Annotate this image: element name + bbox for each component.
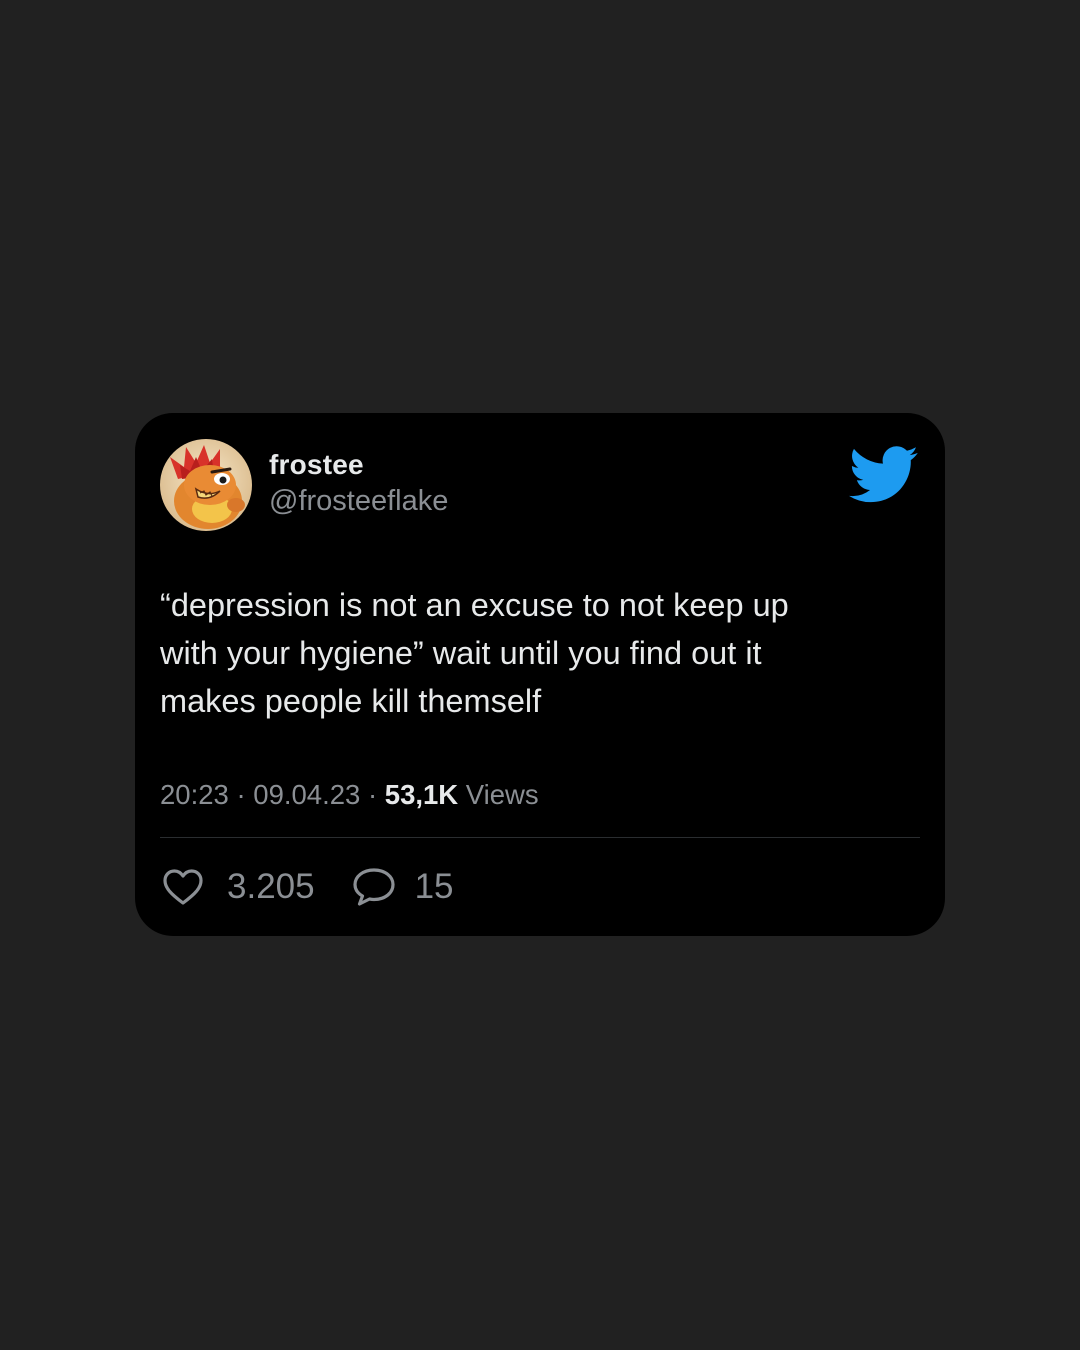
author-handle[interactable]: @frosteeflake [269,485,448,518]
like-button[interactable]: 3.205 [161,867,315,907]
replies-count: 15 [414,867,454,906]
meta-separator: · [228,779,254,810]
heart-icon [161,867,205,907]
meta-separator: · [360,779,385,810]
divider [160,837,920,838]
tweet-actions: 3.205 15 [161,865,454,909]
author-display-name[interactable]: frostee [269,449,364,481]
likes-count: 3.205 [227,867,315,906]
twitter-bird-icon[interactable] [849,445,919,505]
avatar[interactable] [160,439,252,531]
views-label: Views [458,779,539,810]
fire-chick-avatar-icon [160,439,252,531]
views-count[interactable]: 53,1K [385,779,458,810]
tweet-meta: 20:23 · 09.04.23 · 53,1K Views [160,779,539,811]
reply-button[interactable]: 15 [351,866,454,908]
tweet-text: “depression is not an excuse to not keep… [160,587,789,719]
tweet-card[interactable]: frostee @frosteeflake “depression is not… [135,413,945,936]
speech-bubble-icon [351,866,397,908]
tweet-time[interactable]: 20:23 [160,779,229,810]
tweet-date[interactable]: 09.04.23 [253,779,360,810]
